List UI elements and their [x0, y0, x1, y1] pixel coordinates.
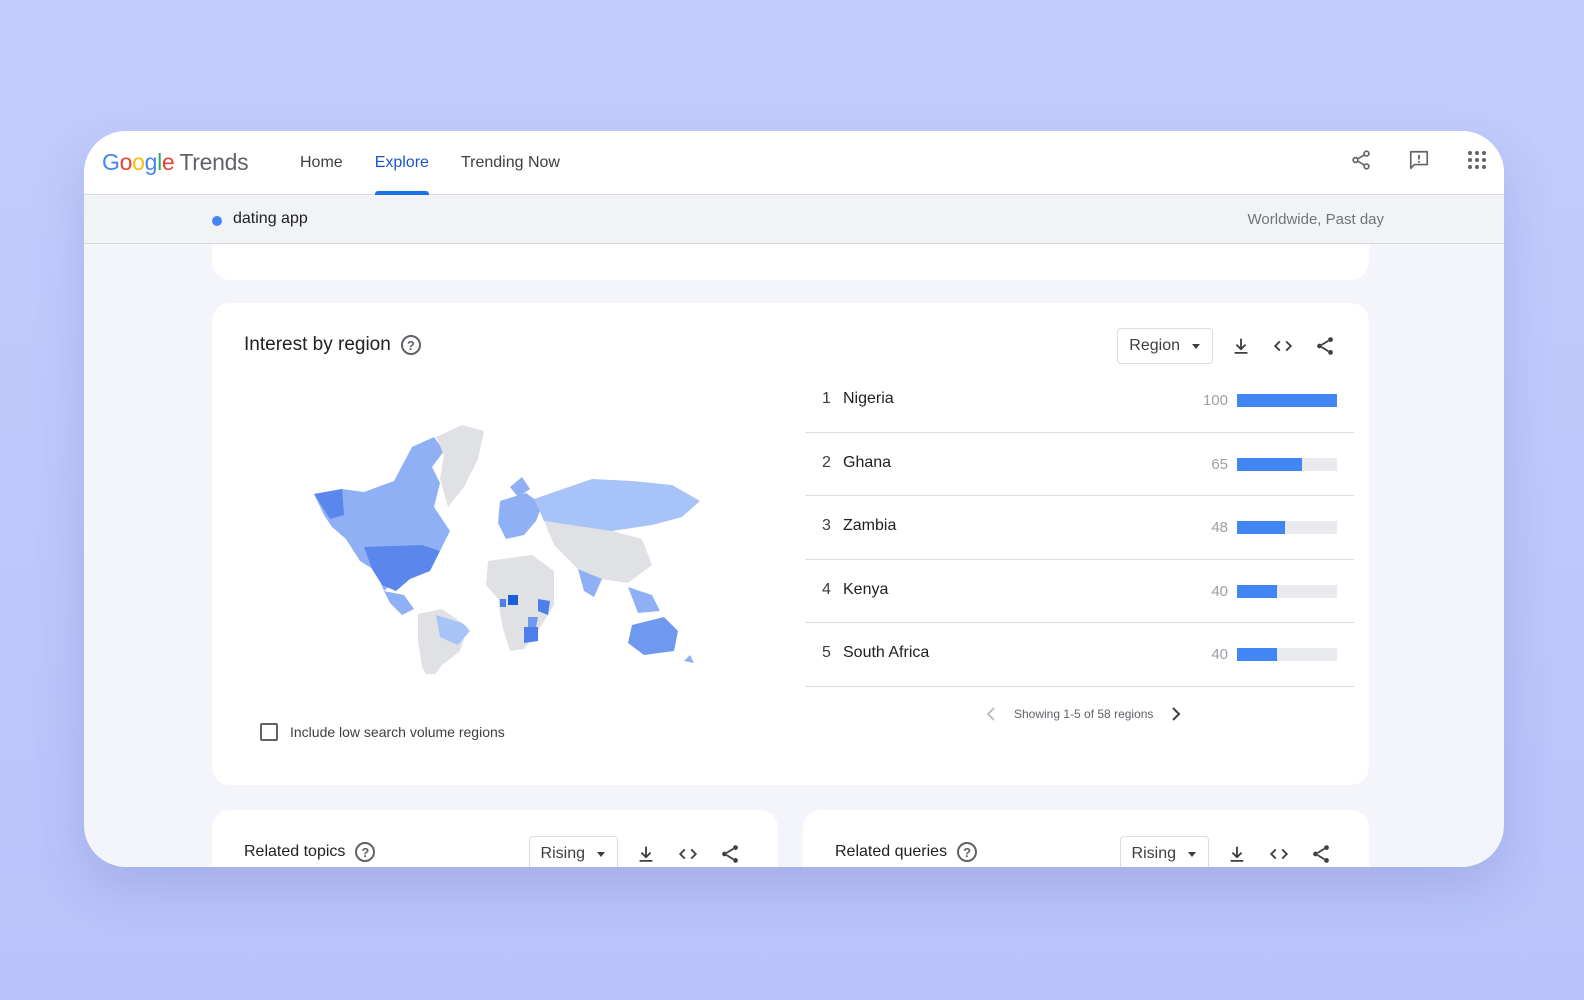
related-queries-tools: Rising [1119, 836, 1335, 867]
interest-by-region-card: Interest by region ? Region Include low … [212, 303, 1369, 785]
caret-down-icon [1188, 851, 1196, 857]
region-name: South Africa [843, 644, 930, 661]
previous-card-bottom [212, 244, 1369, 280]
region-dropdown[interactable]: Region [1117, 328, 1213, 364]
related-queries-title-row: Related queries ? [835, 842, 978, 862]
top-bar: Google Trends Home Explore Trending Now [84, 131, 1504, 195]
low-volume-checkbox[interactable] [260, 723, 278, 741]
region-row[interactable]: 4 Kenya 40 [805, 560, 1354, 623]
region-rank: 3 [822, 517, 831, 534]
tab-explore[interactable]: Explore [359, 131, 445, 195]
pagination: Showing 1-5 of 58 regions [982, 705, 1185, 723]
help-icon[interactable]: ? [355, 842, 376, 862]
related-topics-title: Related topics [244, 843, 346, 860]
low-volume-option: Include low search volume regions [260, 723, 505, 741]
region-rank: 4 [822, 580, 831, 598]
region-bar-fill [1237, 457, 1302, 471]
top-actions [1348, 147, 1490, 173]
region-bar-fill [1237, 648, 1277, 661]
google-wordmark: Google [102, 149, 175, 175]
card-title-row: Interest by region ? [244, 334, 421, 356]
region-row[interactable]: 1 Nigeria 100 [805, 369, 1354, 433]
main-nav: Home Explore Trending Now [284, 131, 576, 195]
download-icon[interactable] [1223, 840, 1251, 867]
query-scope: Worldwide, Past day [1247, 211, 1384, 228]
pagination-text: Showing 1-5 of 58 regions [1014, 707, 1154, 721]
region-name: Ghana [843, 453, 892, 471]
region-value: 100 [1202, 392, 1228, 409]
feedback-icon[interactable] [1406, 147, 1432, 173]
dropdown-label: Rising [540, 845, 585, 862]
share-icon[interactable] [1307, 840, 1335, 867]
share-icon[interactable] [1311, 332, 1339, 360]
card-tools: Region [1117, 328, 1339, 364]
region-bar-fill [1237, 584, 1277, 598]
apps-grid-icon[interactable] [1464, 147, 1490, 173]
rising-dropdown[interactable]: Rising [528, 836, 618, 867]
caret-down-icon [1192, 343, 1200, 349]
tab-home[interactable]: Home [284, 131, 359, 195]
related-topics-title-row: Related topics ? [244, 842, 376, 862]
google-trends-logo[interactable]: Google Trends [102, 149, 249, 176]
region-value: 40 [1211, 582, 1228, 600]
region-name: Nigeria [843, 390, 894, 407]
region-name: Zambia [843, 517, 897, 534]
share-icon[interactable] [1348, 147, 1374, 173]
region-bar [1237, 584, 1337, 598]
tab-trending-now[interactable]: Trending Now [445, 131, 576, 195]
query-term[interactable]: dating app [233, 210, 308, 228]
embed-code-icon[interactable] [1269, 332, 1297, 360]
region-row[interactable]: 3 Zambia 48 [805, 496, 1354, 560]
region-bar [1237, 648, 1337, 661]
region-name: Kenya [843, 580, 889, 598]
related-topics-card: Related topics ? Rising [212, 810, 778, 867]
chevron-left-icon[interactable] [982, 705, 1000, 723]
region-bar [1237, 457, 1337, 471]
download-icon[interactable] [632, 840, 660, 867]
region-rank: 2 [822, 453, 831, 471]
help-icon[interactable]: ? [957, 842, 978, 862]
region-value: 65 [1211, 455, 1228, 473]
related-queries-title: Related queries [835, 843, 948, 860]
region-rank: 5 [822, 644, 831, 661]
related-queries-card: Related queries ? Rising [803, 810, 1369, 867]
trends-wordmark: Trends [179, 149, 249, 175]
caret-down-icon [597, 851, 605, 857]
browser-window: Google Trends Home Explore Trending Now d… [84, 131, 1504, 867]
region-bar-fill [1237, 394, 1337, 407]
rising-dropdown[interactable]: Rising [1119, 836, 1209, 867]
help-icon[interactable]: ? [400, 335, 421, 355]
region-bar [1237, 394, 1337, 407]
dropdown-label: Rising [1131, 845, 1176, 862]
dropdown-label: Region [1129, 337, 1180, 354]
card-title: Interest by region [244, 334, 391, 355]
region-value: 40 [1211, 646, 1228, 663]
region-rank: 1 [822, 390, 831, 407]
low-volume-label: Include low search volume regions [290, 724, 505, 740]
embed-code-icon[interactable] [1265, 840, 1293, 867]
query-bar: dating app Worldwide, Past day [84, 196, 1504, 244]
region-bar [1237, 521, 1337, 534]
world-map[interactable] [302, 419, 712, 674]
region-list: 1 Nigeria 100 2 Ghana 65 3 Zambia 48 4 Kenya 40 5 Sou… [805, 369, 1354, 687]
related-topics-tools: Rising [528, 836, 744, 867]
region-bar-fill [1237, 521, 1285, 534]
region-row[interactable]: 2 Ghana 65 [805, 433, 1354, 496]
share-icon[interactable] [716, 840, 744, 867]
query-color-dot [212, 216, 222, 226]
chevron-right-icon[interactable] [1167, 705, 1185, 723]
region-row[interactable]: 5 South Africa 40 [805, 623, 1354, 687]
embed-code-icon[interactable] [674, 840, 702, 867]
download-icon[interactable] [1227, 332, 1255, 360]
region-value: 48 [1211, 519, 1228, 536]
